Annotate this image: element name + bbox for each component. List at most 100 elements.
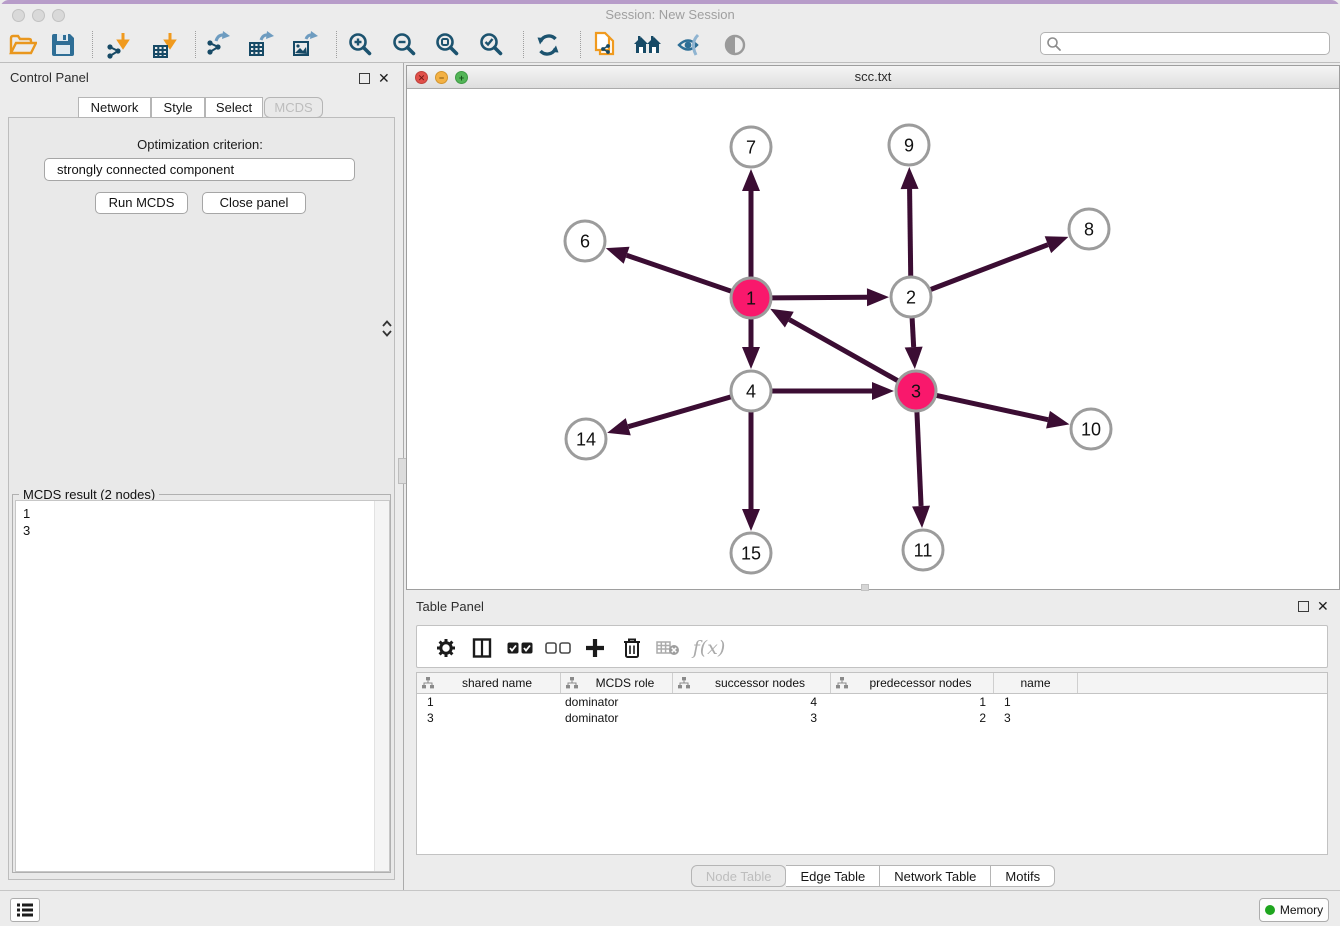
- save-session-button[interactable]: [46, 29, 80, 61]
- table-header-row: shared nameMCDS rolesuccessor nodes prede…: [417, 673, 1327, 694]
- zoom-fit-icon: [435, 32, 461, 58]
- graph-edge-2-8[interactable]: [931, 245, 1048, 290]
- column-header-shared-name[interactable]: shared name: [417, 673, 561, 693]
- column-label: predecessor nodes: [848, 676, 993, 690]
- control-panel-float-icon[interactable]: [359, 73, 370, 84]
- memory-button[interactable]: Memory: [1259, 898, 1329, 922]
- refresh-icon: [535, 32, 561, 58]
- zoom-selected-icon: [479, 32, 505, 58]
- add-column-button[interactable]: [580, 633, 610, 663]
- gear-button[interactable]: [431, 633, 461, 663]
- eye-slash-icon: [676, 33, 706, 57]
- table-panel-float-icon[interactable]: [1298, 601, 1309, 612]
- graph-node-label: 7: [746, 137, 756, 157]
- graph-edge-1-6[interactable]: [627, 255, 732, 291]
- graph-edge-3-1[interactable]: [789, 320, 897, 381]
- delete-table-icon: [656, 640, 680, 656]
- mcds-result-scrollbar[interactable]: [374, 501, 389, 871]
- graph-edge-2-9[interactable]: [910, 189, 911, 276]
- optimization-criterion-label: Optimization criterion:: [0, 137, 400, 152]
- hierarchy-icon: [566, 677, 578, 689]
- open-file-button[interactable]: [6, 29, 40, 61]
- import-table-button[interactable]: [148, 29, 182, 61]
- delete-column-button[interactable]: [617, 633, 647, 663]
- graph-node-label: 9: [904, 135, 914, 155]
- toolbar-separator: [195, 31, 196, 58]
- network-graph: 7968124314101511: [407, 89, 1339, 589]
- graph-edge-1-2[interactable]: [772, 297, 867, 298]
- hide-selected-button[interactable]: [674, 29, 708, 61]
- export-image-button[interactable]: [288, 29, 322, 61]
- graph-node-label: 10: [1081, 419, 1101, 439]
- table-cell: 3: [417, 710, 561, 726]
- network-frame-titlebar[interactable]: ✕ − + scc.txt: [407, 66, 1339, 89]
- column-header-predecessor-nodes[interactable]: predecessor nodes: [831, 673, 994, 693]
- table-row[interactable]: 3dominator323: [417, 710, 1327, 726]
- plus-icon: [585, 638, 605, 658]
- toolbar-separator: [336, 31, 337, 58]
- mcds-result-textarea[interactable]: 1 3: [15, 500, 390, 872]
- run-mcds-button[interactable]: Run MCDS: [95, 192, 188, 214]
- search-box[interactable]: [1040, 32, 1330, 55]
- column-header-name[interactable]: name: [994, 673, 1078, 693]
- fx-icon: f(x): [693, 637, 726, 659]
- graph-edge-4-14[interactable]: [628, 397, 731, 427]
- duplicate-network-button[interactable]: [588, 29, 622, 61]
- tab-node-table[interactable]: Node Table: [691, 865, 787, 887]
- tab-style[interactable]: Style: [151, 97, 205, 118]
- close-panel-button[interactable]: Close panel: [202, 192, 306, 214]
- graph-edge-3-11[interactable]: [917, 412, 921, 506]
- table-cell: dominator: [561, 694, 673, 710]
- refresh-button[interactable]: [531, 29, 565, 61]
- zoom-out-button[interactable]: [388, 29, 422, 61]
- frame-resize-handle[interactable]: [861, 584, 869, 591]
- graph-node-label: 11: [914, 540, 933, 560]
- network-canvas[interactable]: 7968124314101511: [407, 89, 1339, 589]
- control-panel-close-icon[interactable]: ✕: [378, 73, 390, 84]
- export-table-button[interactable]: [244, 29, 278, 61]
- tab-mcds[interactable]: MCDS: [264, 97, 323, 118]
- delete-table-button[interactable]: [653, 633, 683, 663]
- split-panel-button[interactable]: [467, 633, 497, 663]
- tab-network[interactable]: Network: [78, 97, 151, 118]
- home-button[interactable]: [631, 29, 665, 61]
- column-label: name: [994, 676, 1077, 690]
- search-input[interactable]: [1062, 34, 1329, 53]
- trash-icon: [622, 637, 642, 659]
- tab-select[interactable]: Select: [205, 97, 263, 118]
- column-label: shared name: [434, 676, 560, 690]
- zoom-out-icon: [392, 32, 418, 58]
- toolbar-separator: [580, 31, 581, 58]
- tab-motifs[interactable]: Motifs: [991, 865, 1055, 887]
- unchecked-checkboxes-icon: [545, 642, 571, 654]
- table-cell: 1: [417, 694, 561, 710]
- network-frame-title: scc.txt: [407, 66, 1339, 88]
- zoom-in-button[interactable]: [344, 29, 378, 61]
- graph-edge-2-3[interactable]: [912, 318, 914, 347]
- column-header-MCDS-role[interactable]: MCDS role: [561, 673, 673, 693]
- checked-checkboxes-icon: [507, 642, 533, 654]
- zoom-fit-button[interactable]: [431, 29, 465, 61]
- column-header-successor-nodes[interactable]: successor nodes: [673, 673, 831, 693]
- table-row[interactable]: 1dominator411: [417, 694, 1327, 710]
- import-network-button[interactable]: [101, 29, 135, 61]
- graph-edge-3-10[interactable]: [937, 395, 1048, 419]
- tab-edge-table[interactable]: Edge Table: [786, 865, 880, 887]
- eye-disabled-icon: [723, 33, 747, 57]
- function-builder-button[interactable]: f(x): [689, 633, 729, 663]
- export-network-button[interactable]: [201, 29, 235, 61]
- show-hidden-button[interactable]: [718, 29, 752, 61]
- status-bar: Memory: [0, 890, 1340, 926]
- memory-label: Memory: [1280, 903, 1323, 917]
- floppy-disk-icon: [50, 32, 76, 58]
- tab-network-table[interactable]: Network Table: [880, 865, 991, 887]
- table-cell: 2: [831, 710, 994, 726]
- zoom-selected-button[interactable]: [475, 29, 509, 61]
- deselect-all-button[interactable]: [543, 633, 573, 663]
- criterion-select[interactable]: strongly connected component: [44, 158, 355, 181]
- table-panel-close-icon[interactable]: ✕: [1317, 601, 1329, 612]
- task-history-button[interactable]: [10, 898, 40, 922]
- application-window: Session: New Session: [0, 0, 1340, 926]
- hierarchy-icon: [836, 677, 848, 689]
- select-all-button[interactable]: [505, 633, 535, 663]
